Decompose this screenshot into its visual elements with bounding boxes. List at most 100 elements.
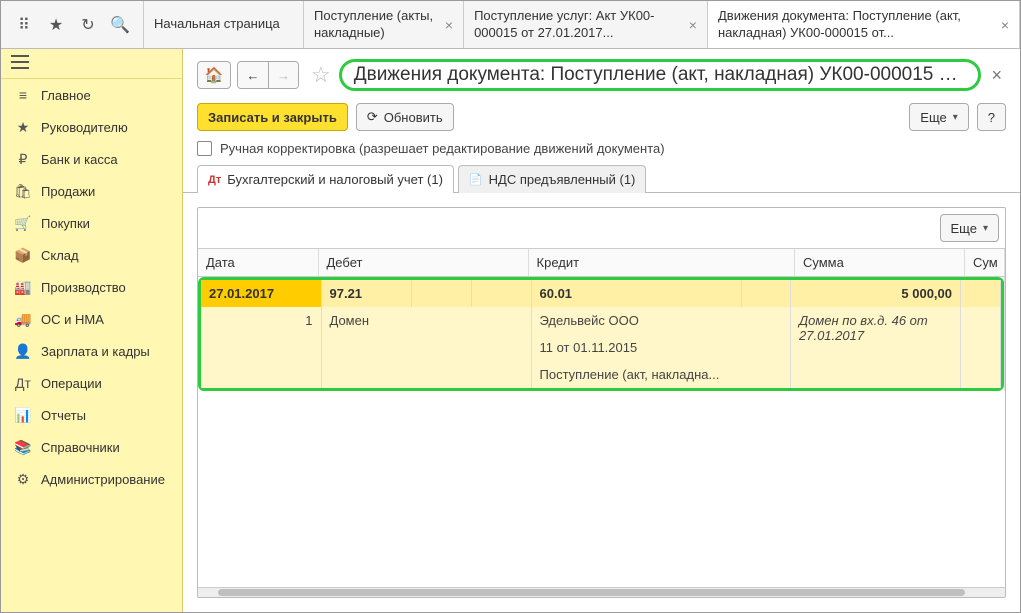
- accounting-icon: Дт: [208, 174, 221, 186]
- sidebar-item-icon: ★: [15, 119, 31, 135]
- refresh-icon: ⟳: [367, 109, 378, 125]
- more-label: Еще: [920, 110, 946, 125]
- window-tab[interactable]: Движения документа: Поступление (акт, на…: [708, 1, 1020, 48]
- cell-credit-acc: 60.01: [531, 280, 741, 307]
- favorite-toggle-icon[interactable]: ☆: [311, 62, 331, 88]
- cell-sum: 5 000,00: [791, 280, 961, 307]
- manual-edit-label: Ручная корректировка (разрешает редактир…: [220, 141, 665, 156]
- sidebar-item-label: Операции: [41, 376, 102, 391]
- sidebar-item[interactable]: 📚 Справочники: [1, 431, 182, 463]
- sidebar-item-label: Руководителю: [41, 120, 128, 135]
- nav-back-forward: ← →: [237, 61, 299, 89]
- document-icon: 📄: [469, 173, 483, 186]
- close-tab-icon[interactable]: ×: [689, 17, 697, 33]
- history-icon[interactable]: ↻: [79, 16, 97, 34]
- sidebar-item-icon: 📊: [15, 407, 31, 423]
- sidebar-item-icon: 🛍: [15, 183, 31, 199]
- menu-icon: [11, 55, 29, 69]
- sidebar-item[interactable]: ₽ Банк и касса: [1, 143, 182, 175]
- more-button[interactable]: Еще ▾: [909, 103, 968, 131]
- sidebar-item-label: Администрирование: [41, 472, 165, 487]
- close-tab-icon[interactable]: ×: [445, 17, 453, 33]
- sidebar-item-icon: 📚: [15, 439, 31, 455]
- horizontal-scrollbar[interactable]: [198, 587, 1005, 597]
- register-tab[interactable]: Дт Бухгалтерский и налоговый учет (1): [197, 165, 454, 193]
- sidebar-item-label: Справочники: [41, 440, 120, 455]
- col-date[interactable]: Дата: [198, 249, 318, 277]
- grid-more-button[interactable]: Еще ▾: [940, 214, 999, 242]
- sidebar-item-label: Главное: [41, 88, 91, 103]
- col-credit[interactable]: Кредит: [528, 249, 794, 277]
- sidebar-item-icon: ₽: [15, 151, 31, 167]
- home-button[interactable]: 🏠: [197, 61, 231, 89]
- apps-grid-icon[interactable]: ⠿: [15, 16, 33, 34]
- cell-credit-sub1: Эдельвейс ООО: [531, 307, 791, 334]
- cell-credit-sub2: 11 от 01.11.2015: [531, 334, 791, 361]
- sidebar-item[interactable]: ⚙ Администрирование: [1, 463, 182, 495]
- tab-label: Начальная страница: [154, 16, 280, 32]
- favorite-star-icon[interactable]: ★: [47, 16, 65, 34]
- page-title: Движения документа: Поступление (акт, на…: [339, 59, 982, 91]
- sidebar-item-icon: 🏭: [15, 279, 31, 295]
- cell-debit-sub1: Домен: [321, 307, 531, 334]
- cell-line-no: 1: [201, 307, 321, 334]
- sidebar-item-label: Зарплата и кадры: [41, 344, 150, 359]
- cell-date: 27.01.2017: [201, 280, 321, 307]
- sidebar-item[interactable]: 🚚ОС и НМА: [1, 303, 182, 335]
- nav-forward-button[interactable]: →: [268, 62, 298, 88]
- table-row[interactable]: 27.01.2017 97.21 60.01 5 000,00: [201, 280, 1001, 307]
- sidebar-item-label: Продажи: [41, 184, 95, 199]
- sidebar-item-icon: 👤: [15, 343, 31, 359]
- sidebar-item-icon: Дт: [15, 375, 31, 391]
- help-button[interactable]: ?: [977, 103, 1006, 131]
- col-debit[interactable]: Дебет: [318, 249, 528, 277]
- manual-edit-checkbox[interactable]: [197, 141, 212, 156]
- window-tab[interactable]: Поступление (акты, накладные) ×: [304, 1, 464, 48]
- col-sum[interactable]: Сумма: [795, 249, 965, 277]
- sidebar-item[interactable]: 🛒 Покупки: [1, 207, 182, 239]
- sidebar-item[interactable]: 🏭 Производство: [1, 271, 182, 303]
- register-tab[interactable]: 📄 НДС предъявленный (1): [458, 165, 646, 193]
- nav-back-button[interactable]: ←: [238, 62, 268, 88]
- sidebar-item-icon: 🚚: [15, 311, 31, 327]
- sidebar-item-label: Покупки: [41, 216, 90, 231]
- table-row[interactable]: 1 Домен Эдельвейс ООО Домен по вх.д. 46 …: [201, 307, 1001, 334]
- sidebar-item-icon: 🛒: [15, 215, 31, 231]
- sidebar-item-label: Отчеты: [41, 408, 86, 423]
- movements-grid[interactable]: Дата Дебет Кредит Сумма Сум: [198, 248, 1005, 391]
- save-and-close-label: Записать и закрыть: [208, 110, 337, 125]
- chevron-down-icon: ▾: [983, 223, 988, 234]
- sidebar-toggle[interactable]: [1, 49, 182, 79]
- save-and-close-button[interactable]: Записать и закрыть: [197, 103, 348, 131]
- tab-label: Поступление (акты, накладные): [314, 8, 437, 41]
- refresh-button[interactable]: ⟳ Обновить: [356, 103, 454, 131]
- register-tab-label: НДС предъявленный (1): [489, 172, 636, 187]
- tab-label: Движения документа: Поступление (акт, на…: [718, 8, 993, 41]
- grid-header: Дата Дебет Кредит Сумма Сум: [198, 249, 1005, 277]
- sidebar-item[interactable]: ★ Руководителю: [1, 111, 182, 143]
- sidebar-item-label: Банк и касса: [41, 152, 118, 167]
- sidebar-item[interactable]: Дт Операции: [1, 367, 182, 399]
- sidebar-item[interactable]: 📦Склад: [1, 239, 182, 271]
- refresh-label: Обновить: [384, 110, 443, 125]
- window-tab[interactable]: Поступление услуг: Акт УК00-000015 от 27…: [464, 1, 708, 48]
- grid-more-label: Еще: [951, 221, 977, 236]
- sidebar-item[interactable]: 👤 Зарплата и кадры: [1, 335, 182, 367]
- sidebar-item[interactable]: 📊 Отчеты: [1, 399, 182, 431]
- close-form-button[interactable]: ×: [987, 65, 1006, 86]
- cell-comment: Домен по вх.д. 46 от 27.01.2017: [791, 307, 961, 388]
- search-icon[interactable]: 🔍: [111, 16, 129, 34]
- sidebar-item-icon: 📦: [15, 247, 31, 263]
- register-tab-label: Бухгалтерский и налоговый учет (1): [227, 172, 443, 187]
- sidebar-item-icon: ⚙: [15, 471, 31, 487]
- sidebar-item-icon: ≡: [15, 87, 31, 103]
- tab-label: Поступление услуг: Акт УК00-000015 от 27…: [474, 8, 681, 41]
- close-tab-icon[interactable]: ×: [1001, 17, 1009, 33]
- sidebar-item[interactable]: ≡ Главное: [1, 79, 182, 111]
- col-sum-extra[interactable]: Сум: [965, 249, 1005, 277]
- sidebar-item[interactable]: 🛍 Продажи: [1, 175, 182, 207]
- sidebar-item-label: Производство: [41, 280, 126, 295]
- chevron-down-icon: ▾: [953, 112, 958, 123]
- window-tab[interactable]: Начальная страница: [144, 1, 304, 48]
- cell-debit-acc: 97.21: [321, 280, 411, 307]
